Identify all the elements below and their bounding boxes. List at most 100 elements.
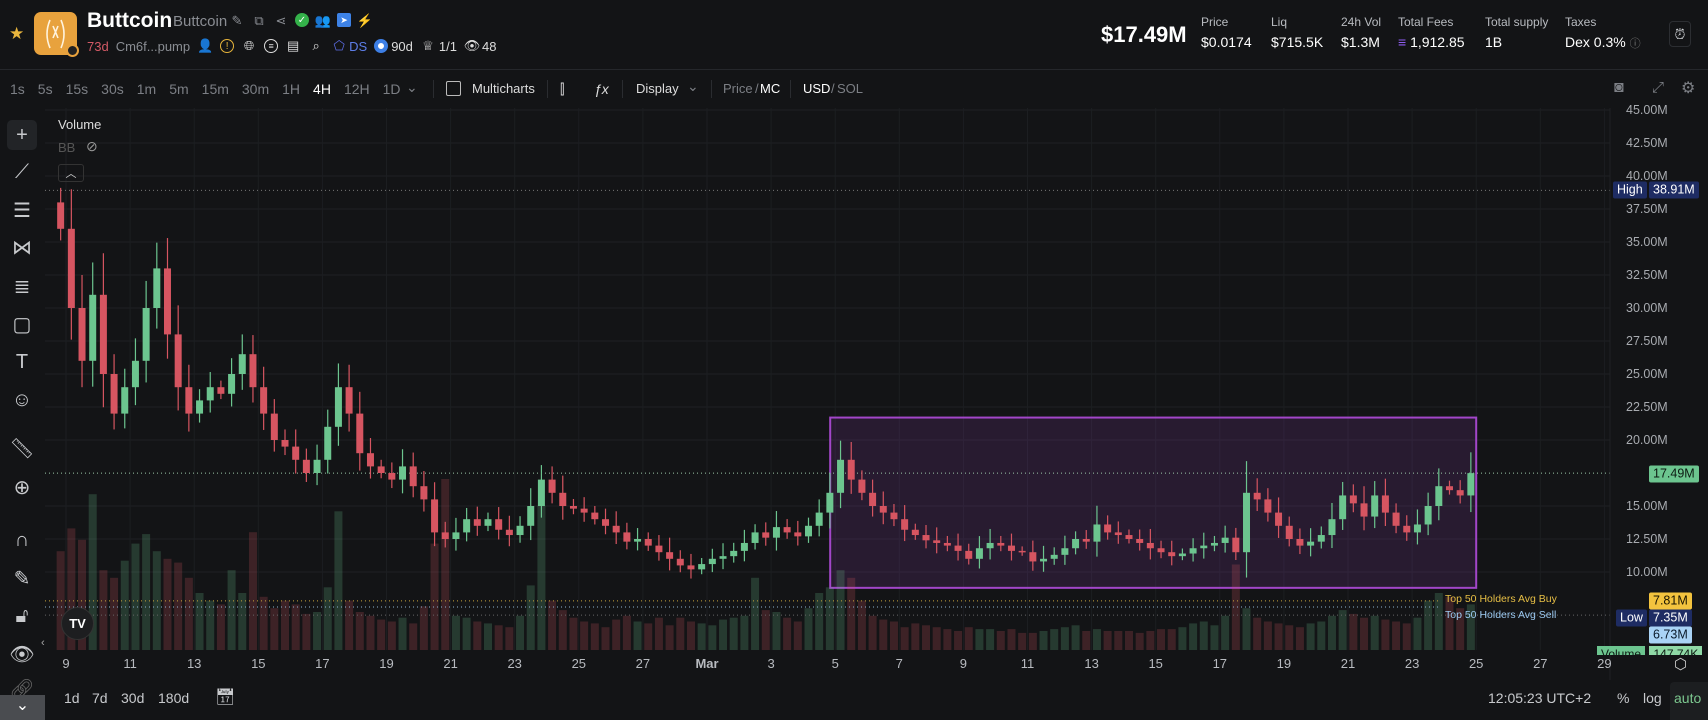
candle-body	[1435, 486, 1443, 506]
candle-body	[837, 459, 845, 493]
volume-bar	[836, 570, 845, 650]
volume-bar	[120, 560, 129, 650]
goto-date-calendar-icon[interactable]: 📅︎	[215, 687, 235, 707]
high-price-tag: 38.91M	[1649, 181, 1699, 199]
x-tick-label: 21	[443, 656, 458, 671]
volume-bar	[323, 587, 332, 650]
collapse-legend-button[interactable]: ︿	[58, 164, 84, 182]
volume-bar	[281, 600, 290, 650]
percent-scale-toggle[interactable]: %	[1617, 690, 1629, 706]
candle-body	[270, 413, 278, 440]
range-1d[interactable]: 1d	[64, 690, 80, 706]
volume-bar	[387, 621, 396, 650]
x-tick-label: 17	[315, 656, 330, 671]
y-tick-label: 35.00M	[1626, 235, 1668, 249]
candle-body	[922, 535, 930, 541]
hide-indicator-eye-icon[interactable]: ⊘	[86, 138, 98, 155]
auto-scale-toggle[interactable]: auto	[1674, 690, 1701, 706]
x-tick-label: 27	[1533, 656, 1548, 671]
candle-body	[965, 550, 973, 559]
candle-body	[1413, 524, 1421, 533]
volume-bar	[783, 617, 792, 650]
candle-body	[719, 556, 727, 559]
candle-body	[1178, 553, 1186, 557]
y-tick-label: 32.50M	[1626, 268, 1668, 282]
volume-bar	[1221, 615, 1230, 650]
candle-body	[292, 446, 300, 460]
candle-body	[1221, 537, 1229, 543]
volume-bar	[1370, 615, 1379, 650]
candle-body	[431, 499, 439, 533]
volume-bar	[1274, 623, 1283, 650]
volume-bar	[291, 604, 300, 650]
volume-bar	[825, 587, 834, 650]
y-tick-label: 20.00M	[1626, 433, 1668, 447]
candle-body	[441, 532, 449, 539]
range-30d[interactable]: 30d	[121, 690, 144, 706]
volume-bar	[505, 627, 514, 650]
volume-bar	[1114, 631, 1123, 650]
range-7d[interactable]: 7d	[92, 690, 108, 706]
candle-body	[687, 565, 695, 570]
candle-body	[527, 506, 535, 526]
candle-body	[463, 519, 471, 533]
candle-body	[142, 308, 150, 361]
candle-body	[730, 550, 738, 557]
extra-price-tag: 6.73M	[1649, 626, 1692, 644]
tradingview-logo[interactable]: TV	[61, 607, 94, 640]
x-tick-label: 3	[767, 656, 775, 671]
candle-body	[1082, 539, 1090, 542]
volume-bar	[708, 625, 717, 650]
candle-body	[1264, 499, 1272, 513]
candle-body	[409, 466, 417, 487]
x-tick-label: 9	[62, 656, 70, 671]
volume-bar	[494, 625, 503, 650]
volume-bar	[110, 577, 119, 650]
x-tick-label: 19	[1276, 656, 1292, 671]
candle-body	[1168, 552, 1176, 557]
x-tick-label: 23	[1404, 656, 1420, 671]
volume-bar	[729, 617, 738, 650]
volume-bar	[1424, 600, 1433, 650]
volume-bar	[1392, 621, 1401, 650]
volume-bar	[1199, 621, 1208, 650]
volume-bar	[751, 577, 760, 650]
volume-bar	[398, 617, 407, 650]
volume-bar	[1060, 627, 1069, 650]
candle-body	[1467, 473, 1475, 496]
volume-bar	[612, 619, 621, 650]
volume-bar	[622, 615, 631, 650]
candle-body	[281, 440, 289, 447]
y-tick-label: 10.00M	[1626, 565, 1668, 579]
scroll-left-chevron-icon[interactable]: ‹	[41, 637, 45, 649]
axis-settings-icon[interactable]: ⬡	[1674, 655, 1687, 673]
volume-bar	[996, 631, 1005, 650]
volume-bar	[1039, 631, 1048, 650]
volume-bar	[772, 612, 781, 650]
x-tick-label: 25	[571, 656, 587, 671]
x-tick-label: 25	[1468, 656, 1484, 671]
candle-body	[1125, 535, 1133, 539]
volume-bar	[462, 617, 471, 650]
candle-body	[1328, 519, 1336, 536]
candle-body	[954, 545, 962, 551]
candle-body	[975, 548, 983, 559]
candle-body	[110, 374, 118, 414]
x-tick-label: 15	[251, 656, 266, 671]
volume-bar	[1253, 617, 1262, 650]
candle-body	[1104, 524, 1112, 533]
clock-time[interactable]: 12:05:23 UTC+2	[1488, 690, 1591, 706]
volume-bar	[1178, 627, 1187, 650]
candle-body	[1072, 539, 1080, 549]
volume-bar	[879, 619, 888, 650]
range-180d[interactable]: 180d	[158, 690, 189, 706]
log-scale-toggle[interactable]: log	[1643, 690, 1662, 706]
candle-body	[1253, 492, 1261, 500]
volume-bar	[142, 534, 151, 650]
volume-bar	[1349, 613, 1358, 650]
volume-bar	[1018, 632, 1027, 650]
volume-bar	[975, 629, 984, 650]
volume-bar	[1402, 623, 1411, 650]
volume-bar	[580, 621, 589, 650]
candle-body	[196, 400, 204, 414]
